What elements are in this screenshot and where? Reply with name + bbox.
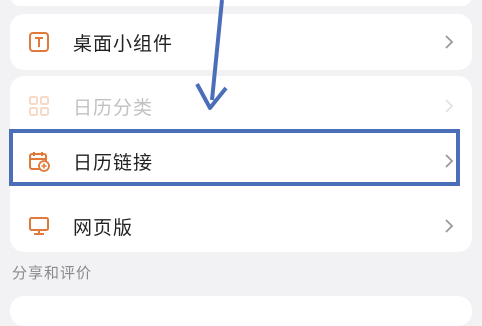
settings-item-web-version[interactable]: 网页版 [10, 198, 472, 254]
previous-card [10, 0, 472, 6]
settings-item-label: 桌面小组件 [73, 32, 174, 55]
settings-item-widget[interactable]: 桌面小组件 [10, 14, 472, 70]
chevron-right-icon [442, 215, 456, 237]
share-card [10, 296, 472, 326]
monitor-icon [27, 214, 51, 238]
chevron-right-icon [442, 95, 456, 117]
highlight-box [9, 129, 460, 186]
chevron-right-icon [442, 31, 456, 53]
category-grid-icon [27, 94, 51, 118]
settings-item-label: 日历分类 [73, 96, 154, 119]
section-title-share-review: 分享和评价 [12, 264, 93, 282]
settings-item-label: 网页版 [73, 216, 134, 239]
settings-item-category[interactable]: 日历分类 [10, 78, 472, 134]
widget-card: 桌面小组件 [10, 14, 472, 70]
widget-icon [27, 30, 51, 54]
